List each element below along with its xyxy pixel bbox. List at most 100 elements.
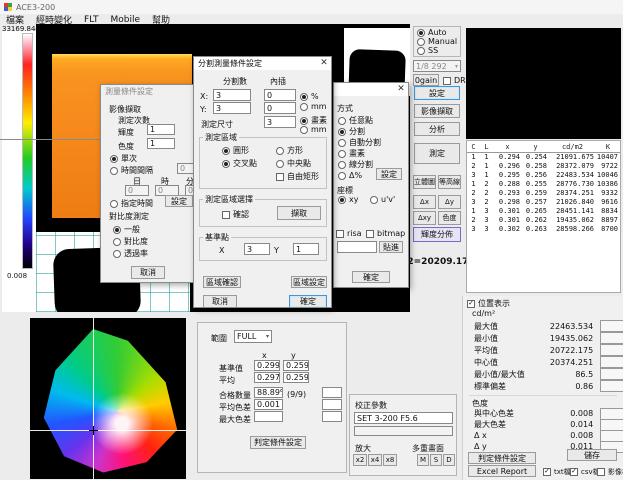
csv-checkbox[interactable]: csv檔 xyxy=(570,467,600,477)
confirm-checkbox[interactable]: 確認 xyxy=(222,209,249,220)
dialog-title-bar[interactable]: 測量條件設定 xyxy=(101,85,196,98)
close-icon[interactable]: ✕ xyxy=(318,58,330,68)
cancel-button[interactable]: 取消 xyxy=(131,266,165,279)
image-checkbox[interactable]: 影像檔 xyxy=(597,467,623,477)
pixel-radio[interactable]: 畫素 xyxy=(338,148,365,159)
delta-y-button[interactable]: Δy xyxy=(438,195,461,209)
avg-y-value[interactable]: 0.259 xyxy=(283,372,309,383)
split-cancel-button[interactable]: 取消 xyxy=(203,295,237,308)
auto-radio[interactable]: Auto xyxy=(417,28,447,37)
split-ok-button[interactable]: 確定 xyxy=(289,295,327,308)
any-point-radio[interactable]: 任意點 xyxy=(338,115,373,126)
area-set-button[interactable]: 區域設定 xyxy=(291,276,327,288)
paste-button[interactable]: 貼進 xyxy=(379,241,403,253)
zoom-x2-button[interactable]: x2 xyxy=(353,454,367,466)
column-header[interactable]: C xyxy=(467,141,480,153)
x-div-field[interactable]: 3 xyxy=(213,89,251,101)
lum-count-field[interactable]: 1 xyxy=(147,124,175,135)
table-row[interactable]: 130.301 0.26528451.1418834 xyxy=(467,207,620,216)
zoom-x4-button[interactable]: x4 xyxy=(368,454,382,466)
avgdiff-value[interactable]: 0.001 xyxy=(254,399,283,410)
delta-x-button[interactable]: Δx xyxy=(413,195,436,209)
stat-aux-box[interactable] xyxy=(600,344,623,356)
ref-y-field[interactable]: 1 xyxy=(293,243,319,255)
column-header[interactable]: x xyxy=(493,141,522,153)
freerect-checkbox[interactable]: 自由矩形 xyxy=(276,171,319,182)
mm-radio[interactable]: mm xyxy=(300,102,327,111)
stat-aux-box[interactable] xyxy=(600,320,623,332)
contour-button[interactable]: 等高線 xyxy=(438,175,461,189)
schedule-set-button[interactable]: 設定 xyxy=(165,195,193,207)
method-ok-button[interactable]: 確定 xyxy=(352,271,390,283)
square-radio[interactable]: 方形 xyxy=(276,145,303,156)
cross-radio[interactable]: 交叉點 xyxy=(222,158,257,169)
table-row[interactable]: 120.288 0.25528776.73010386 xyxy=(467,180,620,189)
calibration-aux-field[interactable] xyxy=(354,426,453,436)
shutter-select[interactable]: 1/8 292▾ xyxy=(413,60,461,72)
multi-s-button[interactable]: S xyxy=(430,454,442,466)
column-header[interactable]: L xyxy=(480,141,493,153)
avgdiff-aux-box[interactable] xyxy=(322,399,342,410)
title-bar[interactable]: ACE3-200 xyxy=(0,0,623,14)
risa-checkbox[interactable]: risa xyxy=(336,229,362,238)
path-field[interactable] xyxy=(337,241,377,253)
y-interp-field[interactable]: 0 xyxy=(264,102,296,114)
judge-setting-button[interactable]: 判定條件設定 xyxy=(468,452,536,464)
bitmap-checkbox[interactable]: bitmap xyxy=(366,229,405,238)
uv-radio[interactable]: u'v' xyxy=(370,195,395,204)
column-header[interactable]: K xyxy=(596,141,620,153)
split-radio[interactable]: 分割 xyxy=(338,126,365,137)
pass-value[interactable]: 88.89% xyxy=(254,387,283,398)
table-row[interactable]: 230.301 0.26219435.0628897 xyxy=(467,216,620,225)
center-radio[interactable]: 中央點 xyxy=(276,158,311,169)
close-icon[interactable]: ✕ xyxy=(395,84,407,94)
table-row[interactable]: 330.302 0.26328598.2668700 xyxy=(467,225,620,234)
table-row[interactable]: 220.293 0.25928374.2519332 xyxy=(467,189,620,198)
auto-split-radio[interactable]: 自動分割 xyxy=(338,137,381,148)
excel-report-button[interactable]: Excel Report xyxy=(468,465,536,477)
surface3d-button[interactable]: 立體圖 xyxy=(413,175,436,189)
circle-radio[interactable]: 圓形 xyxy=(222,145,249,156)
line-split-radio[interactable]: 線分割 xyxy=(338,159,373,170)
capture-button[interactable]: 影像擷取 xyxy=(414,104,460,118)
multi-d-button[interactable]: D xyxy=(443,454,455,466)
y-div-field[interactable]: 3 xyxy=(213,102,251,114)
table-row[interactable]: 310.295 0.25622483.53410046 xyxy=(467,171,620,180)
range-select[interactable]: FULL▾ xyxy=(234,330,272,343)
luminance-dist-button[interactable]: 輝度分佈 xyxy=(413,227,461,242)
column-header[interactable]: cd/m2 xyxy=(549,141,596,153)
scheduled-radio[interactable]: 指定時間 xyxy=(110,198,153,209)
dr-checkbox[interactable]: DR xyxy=(443,76,466,85)
day-field[interactable]: 0 xyxy=(125,185,149,196)
size-field[interactable]: 3 xyxy=(264,116,296,128)
maxdiff-value[interactable] xyxy=(254,411,283,422)
range-judge-button[interactable]: 判定條件設定 xyxy=(250,436,306,449)
gain-button[interactable]: 0gain xyxy=(413,74,439,86)
column-header[interactable]: y xyxy=(522,141,549,153)
area-confirm-button[interactable]: 區域確認 xyxy=(203,276,241,288)
stat-aux-box[interactable] xyxy=(600,368,623,380)
manual-radio[interactable]: Manual xyxy=(417,37,457,46)
chroma-count-field[interactable]: 1 xyxy=(147,138,175,149)
txt-checkbox[interactable]: txt檔 xyxy=(543,467,571,477)
dialog-title-bar[interactable]: 分割測量條件設定 xyxy=(194,57,331,70)
menu-item[interactable]: Mobile xyxy=(110,15,140,25)
stat-aux-box[interactable] xyxy=(600,332,623,344)
delta-xy-button[interactable]: Δxy xyxy=(413,211,436,225)
xy-radio[interactable]: xy xyxy=(338,195,358,204)
camera-view[interactable] xyxy=(466,28,621,139)
menu-item[interactable]: FLT xyxy=(84,15,98,25)
ref-y-value[interactable]: 0.259 xyxy=(283,360,309,371)
ref-x-value[interactable]: 0.299 xyxy=(254,360,280,371)
contrast-radio[interactable]: 對比度 xyxy=(113,236,148,247)
table-row[interactable]: 110.294 0.25421091.67510407 xyxy=(467,153,620,163)
normal-radio[interactable]: 一般 xyxy=(113,224,140,235)
x-interp-field[interactable]: 0 xyxy=(264,89,296,101)
single-radio[interactable]: 單次 xyxy=(110,153,137,164)
delta-pct-radio[interactable]: Δ% xyxy=(338,171,362,180)
multi-m-button[interactable]: M xyxy=(417,454,429,466)
stat-aux-box[interactable] xyxy=(600,356,623,368)
chroma-button[interactable]: 色度 xyxy=(438,211,461,225)
delta-set-button[interactable]: 設定 xyxy=(376,168,402,180)
pass-aux-box[interactable] xyxy=(322,387,342,398)
